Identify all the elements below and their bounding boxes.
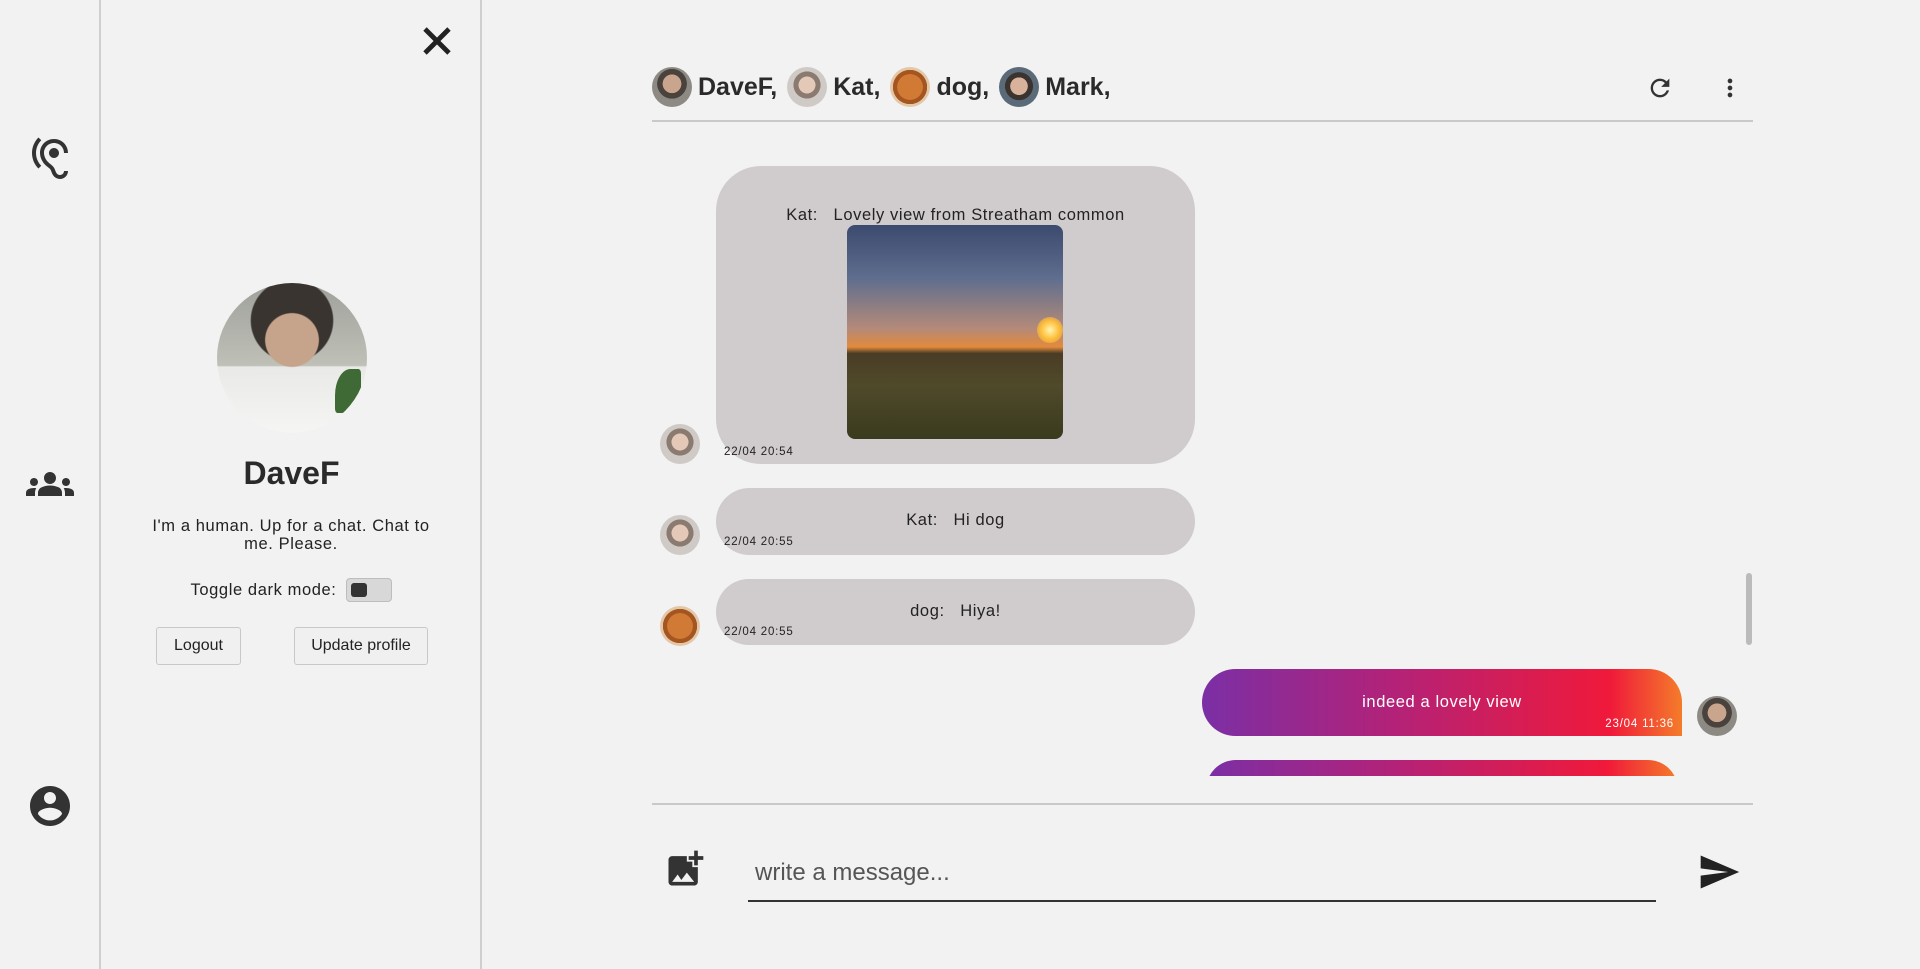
- dark-mode-label: Toggle dark mode:: [190, 580, 337, 599]
- message-bubble[interactable]: Kat: Hi dog 22/04 20:55: [716, 488, 1195, 555]
- message-text: dog: Hiya!: [716, 602, 1195, 621]
- composer-divider: [652, 803, 1753, 805]
- chat-header: DaveF, Kat, dog, Mark,: [652, 62, 1753, 122]
- message-body: Hiya!: [960, 602, 1001, 620]
- message-body: Lovely view from Streatham common: [833, 206, 1125, 224]
- participant-name: Kat,: [833, 72, 881, 101]
- more-vert-icon: [1716, 74, 1744, 107]
- message-scrollbar[interactable]: [1746, 573, 1752, 645]
- send-button[interactable]: [1695, 850, 1743, 894]
- message-time: 22/04 20:55: [724, 626, 794, 638]
- nav-rail: [0, 0, 101, 969]
- profile-name: DaveF: [243, 455, 340, 491]
- message-list[interactable]: Kat: Lovely view from Streatham common 2…: [652, 150, 1753, 776]
- message-time: 22/04 20:55: [724, 536, 794, 548]
- message-body: Hi dog: [953, 511, 1005, 529]
- avatar: [660, 606, 700, 646]
- account-circle-icon: [26, 782, 74, 835]
- participant-name: Mark,: [1045, 72, 1111, 101]
- participant[interactable]: dog,: [890, 67, 989, 107]
- rail-account-button[interactable]: [22, 780, 78, 836]
- message-bubble[interactable]: dog: Hiya! 22/04 20:55: [716, 579, 1195, 645]
- message-sender: dog:: [910, 602, 945, 620]
- participant[interactable]: DaveF,: [652, 67, 777, 107]
- message-sender: Kat:: [786, 206, 818, 224]
- profile-drawer: DaveF I'm a human. Up for a chat. Chat t…: [101, 0, 482, 969]
- message-sender: Kat:: [906, 511, 938, 529]
- add-image-button[interactable]: [663, 847, 707, 891]
- message-time: 22/04 20:54: [724, 446, 794, 458]
- update-profile-button[interactable]: Update profile: [294, 627, 428, 665]
- avatar: [660, 515, 700, 555]
- message-body: indeed a lovely view: [1362, 693, 1522, 711]
- close-drawer-button[interactable]: [417, 23, 457, 63]
- message-image[interactable]: [847, 225, 1063, 439]
- message-time: 23/04 11:36: [1605, 718, 1674, 730]
- message-text: Kat: Lovely view from Streatham common: [716, 206, 1195, 225]
- avatar: [787, 67, 828, 107]
- participant-name: dog,: [936, 72, 990, 101]
- profile-bio: I'm a human. Up for a chat. Chat to me. …: [152, 517, 430, 553]
- rail-groups-button[interactable]: [22, 458, 78, 514]
- participant-list: DaveF, Kat, dog, Mark,: [652, 67, 1121, 107]
- close-icon: [419, 23, 455, 64]
- rail-hearing-button[interactable]: [22, 133, 78, 189]
- message-input[interactable]: [748, 846, 1656, 902]
- participant-name: DaveF,: [698, 72, 778, 101]
- avatar: [890, 67, 931, 107]
- avatar: [660, 424, 700, 464]
- avatar: [999, 67, 1040, 107]
- avatar: [652, 67, 692, 107]
- add-photo-icon: [663, 850, 707, 895]
- profile-avatar: [217, 283, 367, 433]
- more-options-button[interactable]: [1714, 74, 1746, 106]
- refresh-button[interactable]: [1644, 74, 1676, 106]
- message-bubble[interactable]: [1206, 760, 1678, 776]
- hearing-icon: [26, 135, 74, 188]
- participant[interactable]: Mark,: [999, 67, 1111, 107]
- message-bubble[interactable]: Kat: Lovely view from Streatham common 2…: [716, 166, 1195, 464]
- dark-mode-toggle[interactable]: [346, 578, 393, 602]
- send-icon: [1695, 855, 1743, 898]
- dark-mode-row: Toggle dark mode:: [101, 578, 482, 602]
- message-bubble[interactable]: indeed a lovely view 23/04 11:36: [1202, 669, 1682, 736]
- logout-button[interactable]: Logout: [156, 627, 241, 665]
- groups-icon: [26, 460, 74, 513]
- refresh-icon: [1646, 74, 1674, 107]
- avatar: [1697, 696, 1737, 736]
- message-text: Kat: Hi dog: [716, 511, 1195, 530]
- participant[interactable]: Kat,: [787, 67, 880, 107]
